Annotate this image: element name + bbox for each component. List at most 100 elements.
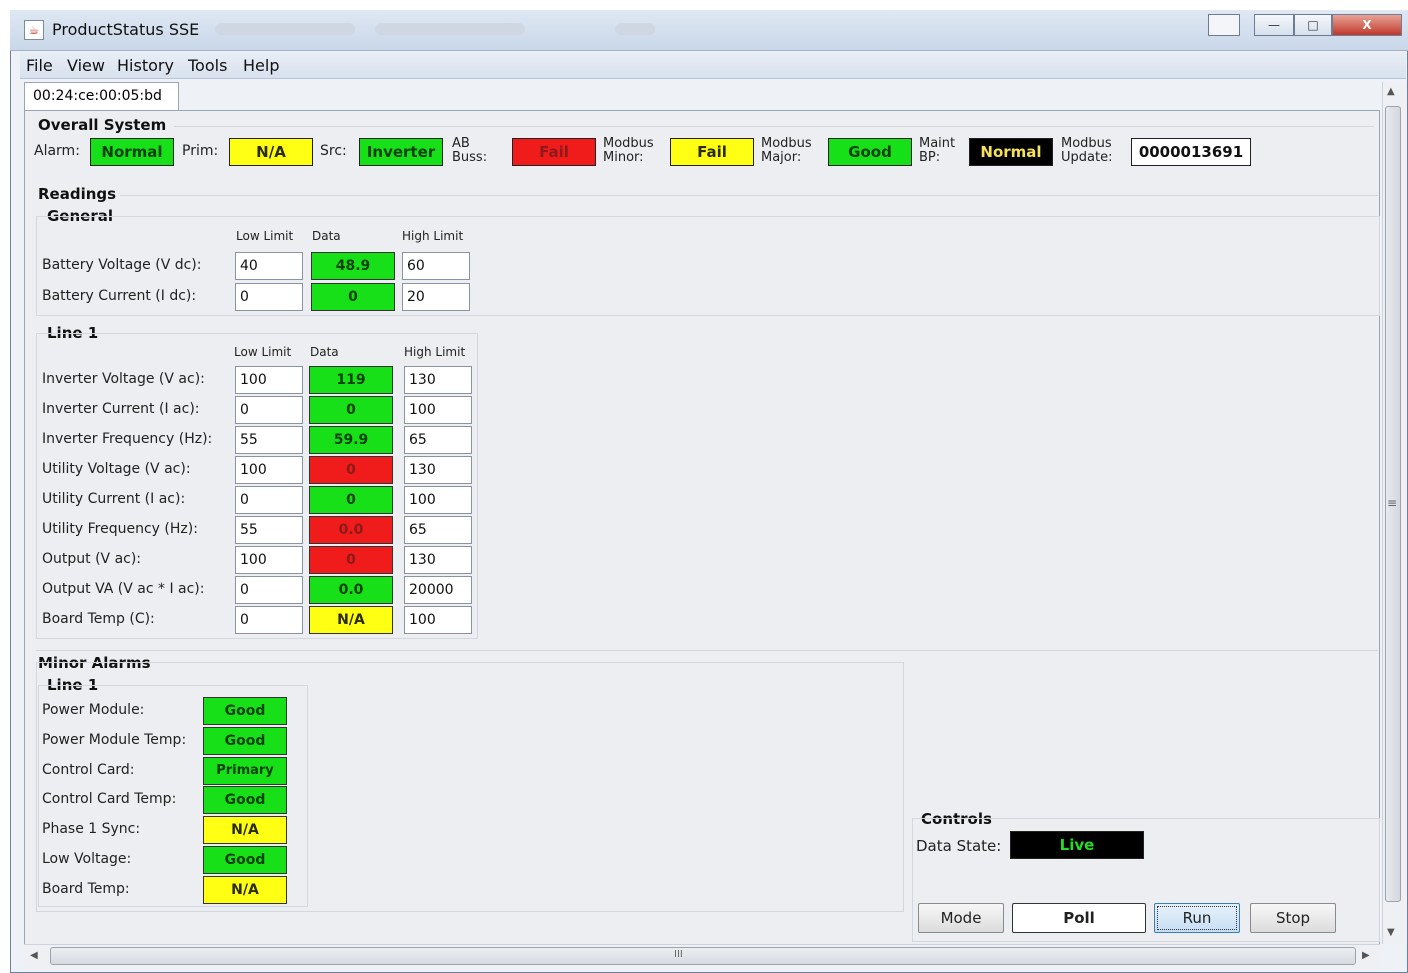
reading-data-value: N/A	[309, 606, 393, 634]
horizontal-scroll-thumb[interactable]	[50, 947, 1356, 965]
high-limit-field[interactable]: 20000	[404, 576, 472, 604]
menu-help[interactable]: Help	[243, 56, 279, 75]
scroll-down-icon[interactable]: ▼	[1387, 927, 1395, 938]
low-limit-header: Low Limit	[236, 229, 294, 243]
minor-alarm-status: Primary	[203, 756, 287, 785]
thumb-grip-icon: ≡	[1387, 496, 1398, 510]
modbus-minor-status: Fail	[670, 138, 754, 166]
high-limit-field[interactable]: 130	[404, 366, 472, 394]
low-limit-field[interactable]: 0	[235, 486, 303, 514]
high-limit-field[interactable]: 100	[404, 606, 472, 634]
reading-data-value: 48.9	[311, 252, 395, 280]
snap-icon[interactable]	[1208, 14, 1240, 36]
src-label: Src:	[320, 143, 347, 159]
reading-data-value: 119	[309, 366, 393, 394]
low-limit-field[interactable]: 100	[235, 456, 303, 484]
close-button[interactable]: X	[1332, 14, 1402, 36]
modbus-update-label: Modbus	[1061, 136, 1112, 151]
maint-bp-status: Normal	[969, 138, 1053, 166]
high-limit-header: High Limit	[402, 229, 464, 243]
reading-data-value: 0	[309, 456, 393, 484]
scroll-left-icon[interactable]: ◀	[30, 950, 38, 961]
low-limit-field[interactable]: 0	[235, 396, 303, 424]
data-header: Data	[312, 229, 341, 243]
blurred-title-segment	[215, 23, 355, 35]
thumb-grip-icon: III	[674, 949, 683, 960]
prim-label: Prim:	[182, 143, 219, 159]
poll-button[interactable]: Poll	[1012, 903, 1146, 933]
low-limit-field[interactable]: 55	[235, 516, 303, 544]
prim-status: N/A	[229, 138, 313, 166]
readings-title: Readings	[38, 185, 117, 203]
minimize-button[interactable]: —	[1254, 14, 1294, 36]
menu-file[interactable]: File	[26, 56, 53, 75]
low-limit-field[interactable]: 100	[235, 366, 303, 394]
low-limit-header: Low Limit	[234, 345, 292, 359]
overall-system-title: Overall System	[38, 116, 167, 134]
reading-label: Board Temp (C):	[42, 611, 155, 627]
divider	[174, 126, 1374, 127]
high-limit-field[interactable]: 100	[404, 486, 472, 514]
scroll-up-icon[interactable]: ▲	[1387, 86, 1395, 97]
reading-data-value: 0	[309, 486, 393, 514]
divider	[120, 195, 1378, 196]
ab-buss-label: Buss:	[452, 150, 488, 165]
minor-alarm-status: Good	[203, 786, 287, 815]
reading-label: Battery Voltage (V dc):	[42, 257, 202, 273]
menu-bar	[20, 52, 1406, 79]
stop-button[interactable]: Stop	[1250, 903, 1336, 933]
high-limit-field[interactable]: 100	[404, 396, 472, 424]
high-limit-field[interactable]: 65	[404, 516, 472, 544]
minor-alarm-label: Phase 1 Sync:	[42, 821, 141, 838]
blurred-title-segment	[615, 23, 655, 35]
modbus-major-label: Modbus	[761, 136, 812, 151]
modbus-minor-label: Modbus	[603, 136, 654, 151]
blurred-title-segment	[375, 23, 525, 35]
java-app-icon: ☕	[24, 20, 44, 40]
restore-button[interactable]: □	[1294, 14, 1332, 36]
low-limit-field[interactable]: 55	[235, 426, 303, 454]
reading-label: Battery Current (I dc):	[42, 288, 197, 304]
window-title: ProductStatus SSE	[52, 20, 200, 39]
low-limit-field[interactable]: 100	[235, 546, 303, 574]
reading-label: Utility Frequency (Hz):	[42, 521, 198, 537]
reading-data-value: 0	[309, 546, 393, 574]
modbus-major-label: Major:	[761, 150, 802, 165]
reading-label: Inverter Current (I ac):	[42, 401, 200, 417]
src-status: Inverter	[359, 138, 443, 166]
modbus-major-status: Good	[828, 138, 912, 166]
high-limit-field[interactable]: 65	[404, 426, 472, 454]
low-limit-field[interactable]: 40	[235, 252, 303, 280]
minor-alarm-label: Power Module Temp:	[42, 731, 187, 748]
menu-tools[interactable]: Tools	[188, 56, 227, 75]
modbus-minor-label: Minor:	[603, 150, 644, 165]
high-limit-field[interactable]: 130	[404, 546, 472, 574]
minor-alarm-label: Low Voltage:	[42, 851, 132, 867]
low-limit-field[interactable]: 0	[235, 606, 303, 634]
data-header: Data	[310, 345, 339, 359]
data-state-label: Data State:	[916, 837, 1002, 855]
low-limit-field[interactable]: 0	[235, 283, 303, 311]
reading-data-value: 0	[309, 396, 393, 424]
ab-buss-label: AB	[452, 136, 470, 151]
reading-data-value: 59.9	[309, 426, 393, 454]
high-limit-field[interactable]: 130	[404, 456, 472, 484]
low-limit-field[interactable]: 0	[235, 576, 303, 604]
high-limit-header: High Limit	[404, 345, 466, 359]
mode-button[interactable]: Mode	[918, 903, 1004, 933]
minor-alarm-status: Good	[203, 697, 287, 725]
menu-view[interactable]: View	[67, 56, 105, 75]
divider	[36, 650, 1378, 651]
menu-history[interactable]: History	[117, 56, 174, 75]
device-tab[interactable]: 00:24:ce:00:05:bd	[24, 82, 179, 110]
maint-bp-label: Maint	[919, 136, 956, 151]
minor-alarm-status: N/A	[203, 816, 287, 845]
data-state-value: Live	[1010, 831, 1144, 859]
minor-alarm-status: Good	[203, 846, 287, 874]
run-button[interactable]: Run	[1154, 903, 1240, 933]
scroll-right-icon[interactable]: ▶	[1362, 950, 1370, 961]
high-limit-field[interactable]: 20	[402, 283, 470, 311]
minor-alarm-label: Power Module:	[42, 702, 145, 718]
minor-alarm-label: Board Temp:	[42, 880, 130, 897]
high-limit-field[interactable]: 60	[402, 252, 470, 280]
